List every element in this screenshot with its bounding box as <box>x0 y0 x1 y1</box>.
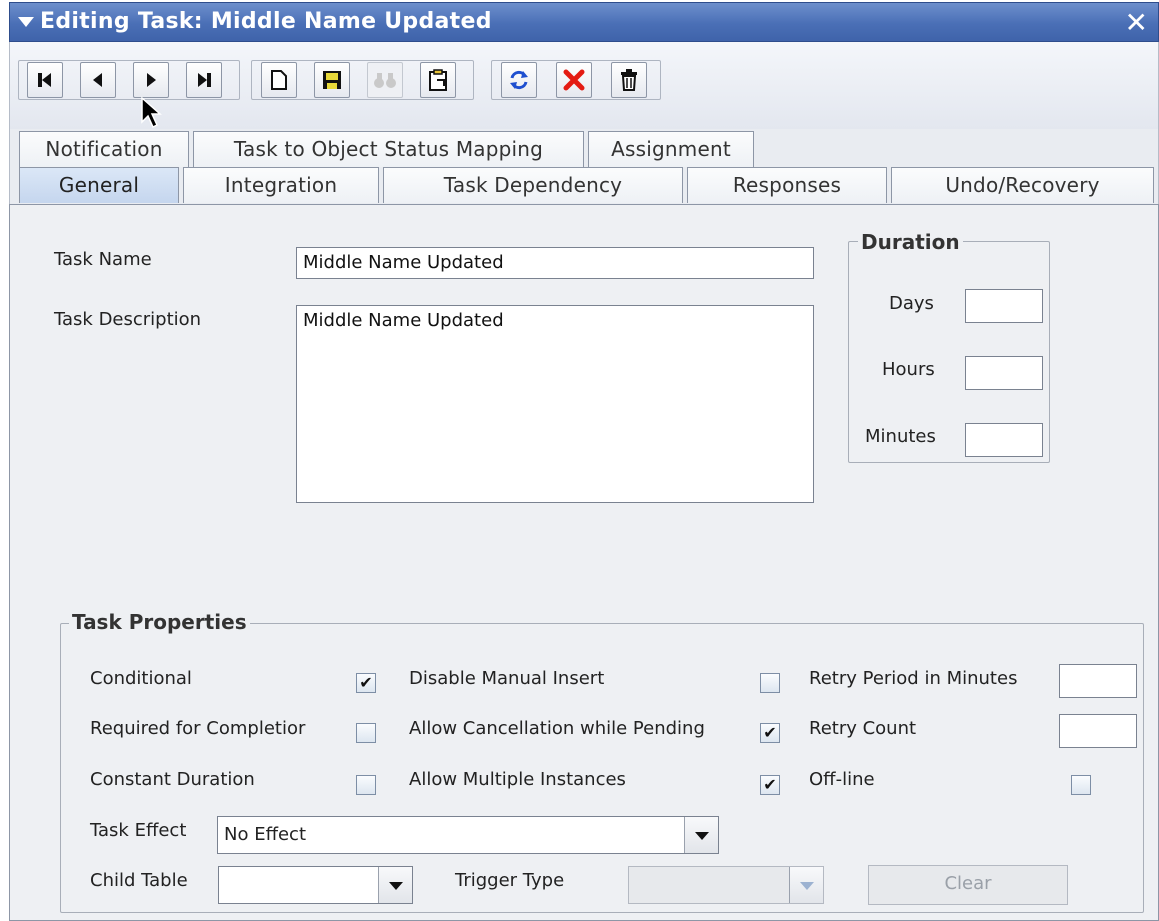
find-button[interactable] <box>367 62 403 98</box>
first-record-icon <box>38 73 51 87</box>
save-icon <box>323 71 341 89</box>
allow-cancellation-checkbox[interactable]: ✔ <box>760 723 780 743</box>
task-description-textarea[interactable]: Middle Name Updated <box>296 305 814 503</box>
constant-duration-label: Constant Duration <box>90 769 255 790</box>
tab-assignment[interactable]: Assignment <box>588 131 754 167</box>
new-document-icon <box>271 70 287 90</box>
previous-record-icon <box>93 73 102 87</box>
tab-undo-recovery[interactable]: Undo/Recovery <box>891 167 1154 203</box>
tab-task-dependency[interactable]: Task Dependency <box>383 167 683 203</box>
binoculars-icon <box>374 73 396 88</box>
minutes-input[interactable] <box>965 423 1043 457</box>
next-record-icon <box>147 73 156 87</box>
task-description-label: Task Description <box>54 309 202 330</box>
child-table-label: Child Table <box>90 870 188 891</box>
previous-record-button[interactable] <box>80 62 116 98</box>
retry-period-label: Retry Period in Minutes <box>809 668 1018 689</box>
toolbar <box>9 42 1159 129</box>
next-record-button[interactable] <box>133 62 169 98</box>
minutes-label: Minutes <box>865 426 936 447</box>
delete-button[interactable] <box>611 62 647 98</box>
allow-multiple-instances-label: Allow Multiple Instances <box>409 769 626 790</box>
first-record-button[interactable] <box>27 62 63 98</box>
retry-period-input[interactable] <box>1059 664 1137 698</box>
task-properties-legend: Task Properties <box>69 610 250 634</box>
trigger-type-label: Trigger Type <box>455 870 565 891</box>
trigger-type-select[interactable] <box>628 866 824 904</box>
mouse-cursor-icon <box>141 96 162 129</box>
clipboard-icon <box>429 69 447 91</box>
child-table-select[interactable] <box>218 866 413 904</box>
last-record-icon <box>198 73 211 87</box>
task-name-input[interactable]: Middle Name Updated <box>296 247 814 279</box>
chevron-down-icon[interactable] <box>378 867 412 903</box>
task-effect-select[interactable]: No Effect <box>217 816 719 854</box>
required-for-completion-label: Required for Completior <box>90 718 306 739</box>
allow-multiple-instances-checkbox[interactable]: ✔ <box>760 775 780 795</box>
tab-responses[interactable]: Responses <box>687 167 887 203</box>
chevron-down-icon[interactable] <box>789 867 823 903</box>
collapse-triangle-icon[interactable] <box>18 17 34 27</box>
retry-count-label: Retry Count <box>809 718 917 739</box>
required-for-completion-checkbox[interactable] <box>356 723 376 743</box>
refresh-icon <box>510 70 528 90</box>
query-button[interactable] <box>420 62 456 98</box>
off-line-label: Off-line <box>809 769 875 790</box>
general-panel: Task Name Middle Name Updated Task Descr… <box>9 204 1159 921</box>
conditional-label: Conditional <box>90 668 192 689</box>
task-effect-value: No Effect <box>224 824 307 845</box>
tab-general[interactable]: General <box>19 167 179 203</box>
off-line-checkbox[interactable] <box>1071 775 1091 795</box>
last-record-button[interactable] <box>186 62 222 98</box>
disable-manual-insert-label: Disable Manual Insert <box>409 668 605 689</box>
days-label: Days <box>889 293 934 314</box>
duration-legend: Duration <box>858 230 963 254</box>
trash-icon <box>621 69 637 91</box>
new-button[interactable] <box>261 62 297 98</box>
days-input[interactable] <box>965 289 1043 323</box>
allow-cancellation-label: Allow Cancellation while Pending <box>409 718 705 739</box>
red-x-icon <box>563 69 585 91</box>
title-bar: Editing Task: Middle Name Updated ✕ <box>9 2 1159 42</box>
refresh-button[interactable] <box>501 62 537 98</box>
conditional-checkbox[interactable]: ✔ <box>356 673 376 693</box>
clear-button[interactable]: Clear <box>868 865 1068 905</box>
window-title: Editing Task: Middle Name Updated <box>40 9 492 34</box>
task-effect-label: Task Effect <box>90 820 187 841</box>
hours-input[interactable] <box>965 356 1043 390</box>
task-name-label: Task Name <box>54 249 152 270</box>
retry-count-input[interactable] <box>1059 714 1137 748</box>
constant-duration-checkbox[interactable] <box>356 775 376 795</box>
cancel-button[interactable] <box>556 62 592 98</box>
tab-strip: Notification Task to Object Status Mappi… <box>9 129 1159 205</box>
chevron-down-icon[interactable] <box>684 817 718 853</box>
tab-task-to-object-status-mapping[interactable]: Task to Object Status Mapping <box>193 131 584 167</box>
disable-manual-insert-checkbox[interactable] <box>760 673 780 693</box>
tab-notification[interactable]: Notification <box>19 131 189 167</box>
close-icon[interactable]: ✕ <box>1125 6 1148 39</box>
tab-integration[interactable]: Integration <box>183 167 379 203</box>
save-button[interactable] <box>314 62 350 98</box>
hours-label: Hours <box>882 359 935 380</box>
